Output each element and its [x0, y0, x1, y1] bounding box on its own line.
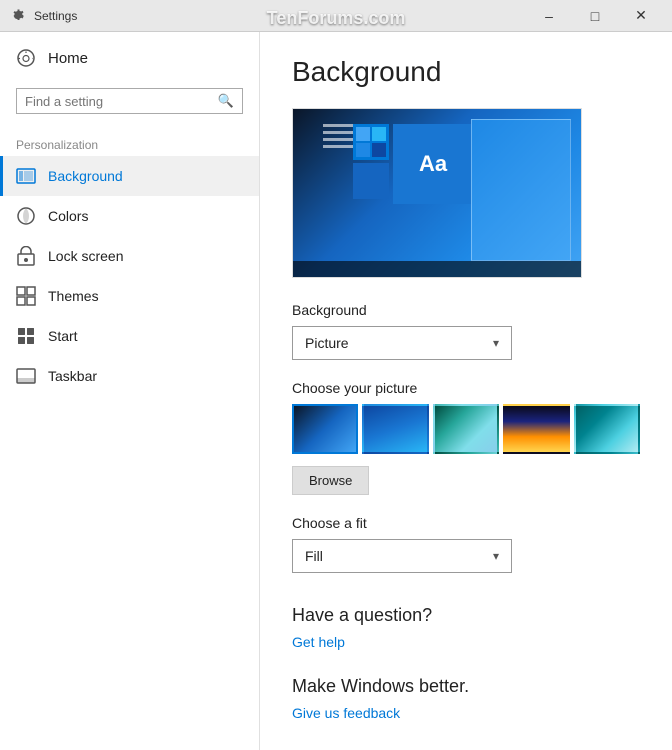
title-bar-title: Settings	[34, 9, 77, 23]
preview-tile-small	[353, 124, 389, 160]
sidebar-home-label: Home	[48, 50, 88, 67]
background-dropdown[interactable]: Picture ▾	[292, 326, 512, 360]
picture-thumb-3[interactable]	[433, 404, 499, 454]
dropdown-arrow-icon: ▾	[493, 336, 499, 350]
preview-tile-aa: Aa	[393, 124, 473, 204]
close-button[interactable]: ✕	[618, 0, 664, 32]
sidebar-item-start[interactable]: Start	[0, 316, 259, 356]
sidebar-item-taskbar[interactable]: Taskbar	[0, 356, 259, 396]
choose-fit-label: Choose a fit	[292, 515, 640, 531]
preview-line	[323, 145, 353, 148]
sidebar-background-label: Background	[48, 168, 123, 184]
background-form-section: Background Picture ▾	[292, 302, 640, 360]
title-bar: Settings – □ ✕	[0, 0, 672, 32]
start-icon	[16, 326, 36, 346]
browse-button[interactable]: Browse	[292, 466, 369, 495]
section-label: Personalization	[0, 130, 259, 156]
search-box[interactable]: 🔍	[16, 88, 243, 114]
preview-tile-sm2	[353, 163, 389, 199]
picture-thumb-4[interactable]	[503, 404, 569, 454]
fit-dropdown-value: Fill	[305, 548, 323, 564]
picture-thumb-5[interactable]	[574, 404, 640, 454]
main-content: Background Aa	[260, 32, 672, 750]
picture-thumb-1[interactable]	[292, 404, 358, 454]
maximize-button[interactable]: □	[572, 0, 618, 32]
sidebar-item-lock-screen[interactable]: Lock screen	[0, 236, 259, 276]
search-input[interactable]	[25, 94, 218, 109]
sidebar-item-home[interactable]: Home	[0, 32, 259, 84]
title-bar-controls: – □ ✕	[526, 0, 664, 32]
preview-tiles-left	[353, 124, 389, 199]
lock-screen-icon	[16, 246, 36, 266]
get-help-link[interactable]: Get help	[292, 634, 345, 650]
have-a-question-title: Have a question?	[292, 605, 640, 626]
page-title: Background	[292, 56, 640, 88]
preview-taskbar	[293, 261, 581, 277]
taskbar-icon	[16, 366, 36, 386]
background-preview: Aa	[292, 108, 582, 278]
pictures-grid	[292, 404, 640, 454]
background-icon	[16, 166, 36, 186]
sidebar-themes-label: Themes	[48, 288, 99, 304]
sidebar-item-themes[interactable]: Themes	[0, 276, 259, 316]
sidebar-lock-screen-label: Lock screen	[48, 248, 123, 264]
sidebar-taskbar-label: Taskbar	[48, 368, 97, 384]
sidebar-start-label: Start	[48, 328, 78, 344]
minimize-button[interactable]: –	[526, 0, 572, 32]
sidebar-item-colors[interactable]: Colors	[0, 196, 259, 236]
fit-dropdown[interactable]: Fill ▾	[292, 539, 512, 573]
title-bar-left: Settings	[8, 7, 77, 25]
sidebar-colors-label: Colors	[48, 208, 88, 224]
fit-dropdown-arrow-icon: ▾	[493, 549, 499, 563]
themes-icon	[16, 286, 36, 306]
help-section: Have a question? Get help	[292, 605, 640, 652]
preview-desktop: Aa	[293, 109, 581, 277]
choose-picture-label: Choose your picture	[292, 380, 640, 396]
feedback-section: Make Windows better. Give us feedback	[292, 676, 640, 723]
sidebar: Home 🔍 Personalization Background	[0, 32, 260, 750]
choose-fit-section: Choose a fit Fill ▾	[292, 515, 640, 573]
app-container: Home 🔍 Personalization Background	[0, 32, 672, 750]
preview-right-window	[471, 119, 571, 261]
search-icon: 🔍	[218, 93, 234, 109]
home-icon	[16, 48, 36, 68]
colors-icon	[16, 206, 36, 226]
background-dropdown-label: Background	[292, 302, 640, 318]
choose-picture-section: Choose your picture Browse	[292, 380, 640, 495]
sidebar-item-background[interactable]: Background	[0, 156, 259, 196]
settings-app-icon	[8, 7, 26, 25]
picture-thumb-2[interactable]	[362, 404, 428, 454]
make-windows-better-title: Make Windows better.	[292, 676, 640, 697]
background-dropdown-value: Picture	[305, 335, 349, 351]
give-feedback-link[interactable]: Give us feedback	[292, 705, 400, 721]
